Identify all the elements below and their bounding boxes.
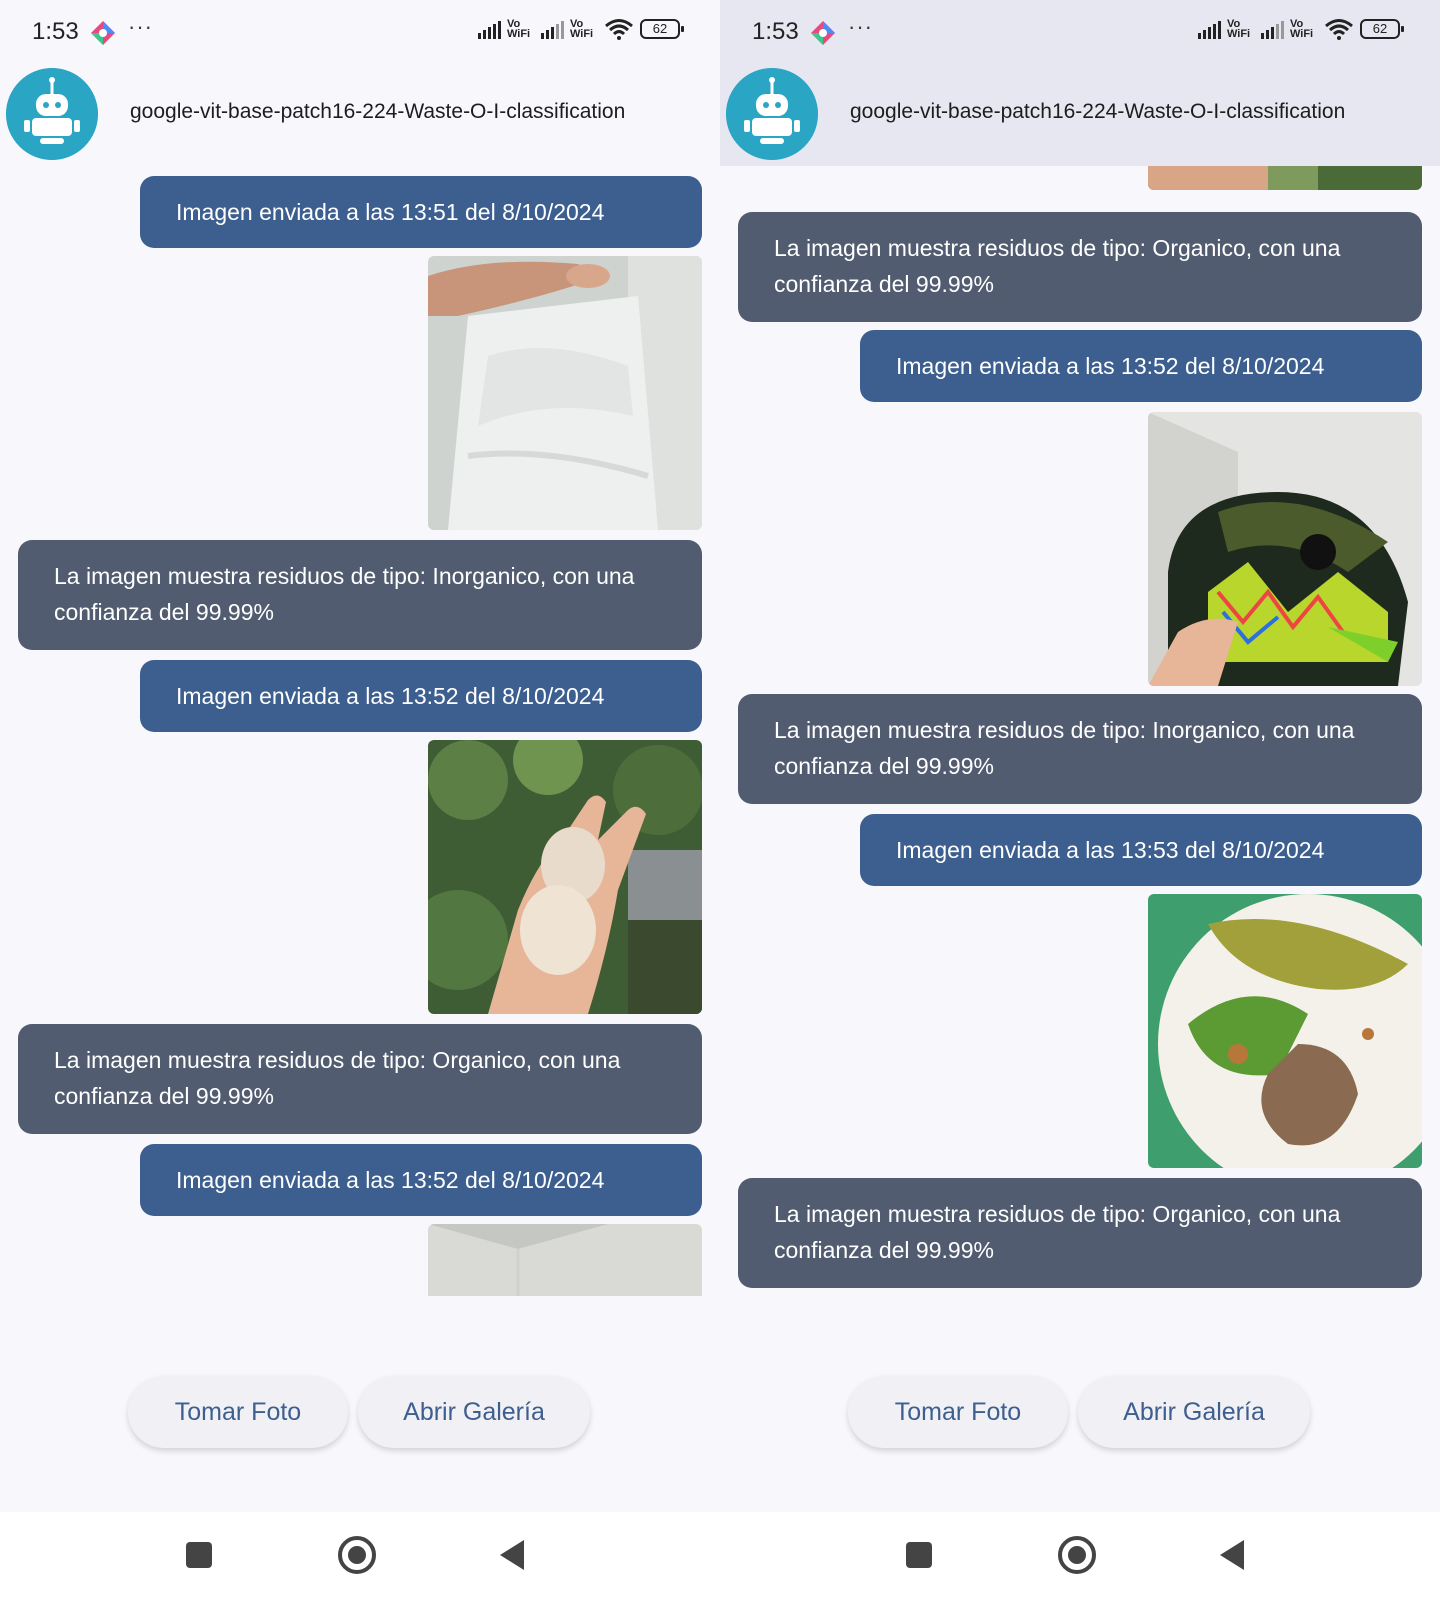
wifi-icon xyxy=(1325,19,1353,40)
open-gallery-button[interactable]: Abrir Galería xyxy=(1078,1376,1310,1448)
eggs-in-hand-photo[interactable] xyxy=(428,740,702,1014)
more-notifications-icon: ··· xyxy=(128,14,153,39)
received-message-text: La imagen muestra residuos de tipo: Inor… xyxy=(54,563,635,625)
food-scraps-plate-photo[interactable] xyxy=(1148,894,1422,1168)
take-photo-button[interactable]: Tomar Foto xyxy=(128,1376,348,1448)
battery-icon: 62 xyxy=(640,19,684,39)
status-icons: Vo WiFi Vo WiFi 62 xyxy=(478,18,684,40)
sent-message: Imagen enviada a las 13:52 del 8/10/2024 xyxy=(140,660,702,732)
app-notification-icon xyxy=(91,21,115,45)
received-message: La imagen muestra residuos de tipo: Inor… xyxy=(18,540,702,650)
navigation-bar xyxy=(720,1512,1440,1600)
sent-message: Imagen enviada a las 13:53 del 8/10/2024 xyxy=(860,814,1422,886)
signal-icon xyxy=(478,19,501,39)
helmet-photo[interactable] xyxy=(1148,412,1422,686)
recents-icon[interactable] xyxy=(906,1542,932,1568)
back-icon[interactable] xyxy=(500,1540,524,1570)
signal-icon xyxy=(1198,19,1221,39)
more-notifications-icon: ··· xyxy=(848,14,873,39)
received-message: La imagen muestra residuos de tipo: Orga… xyxy=(738,212,1422,322)
left-screen: 1:53 ··· Vo WiFi Vo WiFi 62 google-vit-b… xyxy=(0,0,720,1600)
received-message-text: La imagen muestra residuos de tipo: Orga… xyxy=(774,1201,1341,1263)
home-icon[interactable] xyxy=(1058,1536,1096,1574)
vowifi-label: Vo WiFi xyxy=(1227,18,1251,40)
chat-title: google-vit-base-patch16-224-Waste-O-I-cl… xyxy=(850,100,1346,123)
robot-avatar-icon xyxy=(726,68,818,160)
right-screen: 1:53 ··· Vo WiFi Vo WiFi 62 google-vit-b… xyxy=(720,0,1440,1600)
plastic-bag-photo[interactable] xyxy=(428,256,702,530)
status-bar: 1:53 ··· Vo WiFi Vo WiFi 62 xyxy=(720,0,1440,68)
chat-list[interactable]: Imagen enviada a las 13:51 del 8/10/2024… xyxy=(0,166,720,1326)
status-bar: 1:53 ··· Vo WiFi Vo WiFi 62 xyxy=(0,0,720,68)
received-message-text: La imagen muestra residuos de tipo: Orga… xyxy=(774,235,1341,297)
status-time: 1:53 xyxy=(752,18,799,45)
sent-message-text: Imagen enviada a las 13:52 del 8/10/2024 xyxy=(896,353,1325,379)
received-message-text: La imagen muestra residuos de tipo: Orga… xyxy=(54,1047,621,1109)
back-icon[interactable] xyxy=(1220,1540,1244,1570)
take-photo-button[interactable]: Tomar Foto xyxy=(848,1376,1068,1448)
wall-corner-photo-partial[interactable] xyxy=(428,1224,702,1296)
sent-message: Imagen enviada a las 13:52 del 8/10/2024 xyxy=(140,1144,702,1216)
received-message: La imagen muestra residuos de tipo: Orga… xyxy=(18,1024,702,1134)
recents-icon[interactable] xyxy=(186,1542,212,1568)
vowifi-label: Vo WiFi xyxy=(507,18,531,40)
sent-message-text: Imagen enviada a las 13:52 del 8/10/2024 xyxy=(176,1167,605,1193)
eggs-photo-partial[interactable] xyxy=(1148,166,1422,190)
sent-message: Imagen enviada a las 13:52 del 8/10/2024 xyxy=(860,330,1422,402)
battery-icon: 62 xyxy=(1360,19,1404,39)
app-notification-icon xyxy=(811,21,835,45)
chat-list[interactable]: La imagen muestra residuos de tipo: Orga… xyxy=(720,166,1440,1326)
received-message: La imagen muestra residuos de tipo: Orga… xyxy=(738,1178,1422,1288)
signal-icon-2 xyxy=(1261,19,1284,39)
sent-message-text: Imagen enviada a las 13:52 del 8/10/2024 xyxy=(176,683,605,709)
received-message-text: La imagen muestra residuos de tipo: Inor… xyxy=(774,717,1355,779)
chat-header: google-vit-base-patch16-224-Waste-O-I-cl… xyxy=(720,68,1440,166)
robot-avatar-icon xyxy=(6,68,98,160)
sent-message-text: Imagen enviada a las 13:53 del 8/10/2024 xyxy=(896,837,1325,863)
status-icons: Vo WiFi Vo WiFi 62 xyxy=(1198,18,1404,40)
sent-message: Imagen enviada a las 13:51 del 8/10/2024 xyxy=(140,176,702,248)
signal-icon-2 xyxy=(541,19,564,39)
status-time: 1:53 xyxy=(32,18,79,45)
vowifi-label-2: Vo WiFi xyxy=(1290,18,1314,40)
home-icon[interactable] xyxy=(338,1536,376,1574)
chat-header: google-vit-base-patch16-224-Waste-O-I-cl… xyxy=(0,68,720,166)
sent-message-text: Imagen enviada a las 13:51 del 8/10/2024 xyxy=(176,199,605,225)
vowifi-label-2: Vo WiFi xyxy=(570,18,594,40)
chat-title: google-vit-base-patch16-224-Waste-O-I-cl… xyxy=(130,100,626,123)
wifi-icon xyxy=(605,19,633,40)
open-gallery-button[interactable]: Abrir Galería xyxy=(358,1376,590,1448)
navigation-bar xyxy=(0,1512,720,1600)
received-message: La imagen muestra residuos de tipo: Inor… xyxy=(738,694,1422,804)
